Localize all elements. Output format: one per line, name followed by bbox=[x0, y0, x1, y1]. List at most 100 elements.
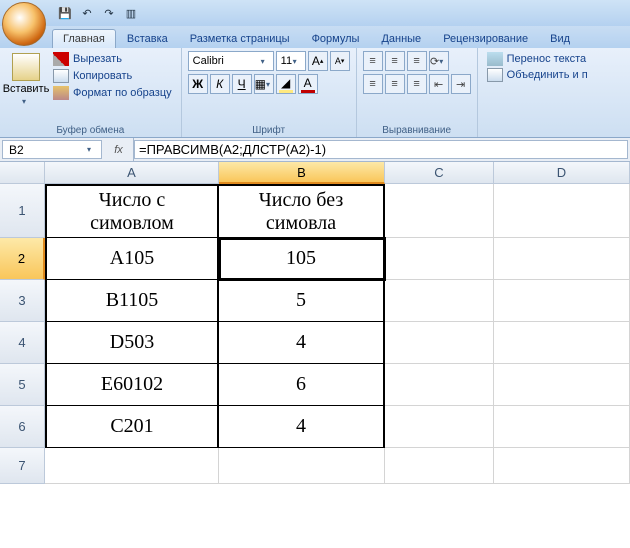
group-label-alignment: Выравнивание bbox=[363, 123, 471, 136]
chevron-down-icon: ▾ bbox=[439, 57, 447, 66]
cell-c3[interactable] bbox=[385, 280, 494, 322]
cell-d7[interactable] bbox=[494, 448, 630, 484]
select-all-corner[interactable] bbox=[0, 162, 45, 184]
font-color-button[interactable]: A bbox=[298, 74, 318, 94]
align-right-button[interactable]: ≡ bbox=[407, 74, 427, 94]
col-header-c[interactable]: C bbox=[385, 162, 494, 184]
worksheet-grid[interactable]: A B C D 1 Число с симовлом Число без сим… bbox=[0, 162, 630, 484]
row-header-6[interactable]: 6 bbox=[0, 406, 45, 448]
cut-button[interactable]: Вырезать bbox=[50, 51, 175, 67]
paste-button[interactable]: Вставить ▾ bbox=[6, 51, 46, 123]
row-header-2[interactable]: 2 bbox=[0, 238, 45, 280]
row-header-3[interactable]: 3 bbox=[0, 280, 45, 322]
tab-home[interactable]: Главная bbox=[52, 29, 116, 48]
ribbon: Вставить ▾ Вырезать Копировать Формат по… bbox=[0, 48, 630, 138]
cell-b7[interactable] bbox=[219, 448, 385, 484]
row-header-1[interactable]: 1 bbox=[0, 184, 45, 238]
cell-a2[interactable]: А105 bbox=[45, 238, 219, 280]
ribbon-tabs: Главная Вставка Разметка страницы Формул… bbox=[0, 26, 630, 48]
wrap-text-button[interactable]: Перенос текста bbox=[484, 51, 591, 67]
col-header-b[interactable]: B bbox=[219, 162, 385, 184]
group-clipboard: Вставить ▾ Вырезать Копировать Формат по… bbox=[0, 48, 182, 137]
underline-button[interactable]: Ч bbox=[232, 74, 252, 94]
cell-b2[interactable]: 105 bbox=[219, 238, 385, 280]
merge-cells-button[interactable]: Объединить и п bbox=[484, 67, 591, 83]
group-wrap-merge: Перенос текста Объединить и п bbox=[478, 48, 597, 137]
tab-view[interactable]: Вид bbox=[539, 29, 581, 48]
paste-label: Вставить bbox=[3, 83, 50, 95]
row-header-5[interactable]: 5 bbox=[0, 364, 45, 406]
cell-a1[interactable]: Число с симовлом bbox=[45, 184, 219, 238]
formula-value: =ПРАВСИМВ(A2;ДЛСТР(A2)-1) bbox=[139, 142, 326, 157]
cell-d4[interactable] bbox=[494, 322, 630, 364]
align-bottom-button[interactable]: ≡ bbox=[407, 51, 427, 71]
wrap-icon bbox=[487, 52, 503, 66]
font-size-combo[interactable]: 11▾ bbox=[276, 51, 306, 71]
tab-review[interactable]: Рецензирование bbox=[432, 29, 539, 48]
undo-icon[interactable]: ↶ bbox=[78, 4, 96, 22]
tab-data[interactable]: Данные bbox=[370, 29, 432, 48]
cell-a7[interactable] bbox=[45, 448, 219, 484]
grow-font-button[interactable]: A▴ bbox=[308, 51, 328, 71]
qat-more-icon[interactable]: ▥ bbox=[122, 4, 140, 22]
cell-d6[interactable] bbox=[494, 406, 630, 448]
cell-c2[interactable] bbox=[385, 238, 494, 280]
group-font: Calibri▾ 11▾ A▴ A▾ Ж К Ч ▦▾ ◢ A Шрифт bbox=[182, 48, 357, 137]
name-box[interactable]: B2 ▾ bbox=[2, 140, 102, 159]
row-header-4[interactable]: 4 bbox=[0, 322, 45, 364]
format-painter-button[interactable]: Формат по образцу bbox=[50, 85, 175, 101]
italic-button[interactable]: К bbox=[210, 74, 230, 94]
indent-decrease-button[interactable]: ⇤ bbox=[429, 74, 449, 94]
cell-c1[interactable] bbox=[385, 184, 494, 238]
cell-d5[interactable] bbox=[494, 364, 630, 406]
orientation-button[interactable]: ⟳▾ bbox=[429, 51, 449, 71]
formula-input[interactable]: =ПРАВСИМВ(A2;ДЛСТР(A2)-1) bbox=[134, 140, 628, 159]
tab-insert[interactable]: Вставка bbox=[116, 29, 179, 48]
cell-d1[interactable] bbox=[494, 184, 630, 238]
merge-label: Объединить и п bbox=[507, 69, 588, 81]
font-name-combo[interactable]: Calibri▾ bbox=[188, 51, 274, 71]
cell-a5[interactable]: E60102 bbox=[45, 364, 219, 406]
redo-icon[interactable]: ↷ bbox=[100, 4, 118, 22]
chevron-down-icon: ▾ bbox=[87, 145, 95, 154]
tab-page-layout[interactable]: Разметка страницы bbox=[179, 29, 301, 48]
fx-button[interactable]: fx bbox=[104, 138, 134, 161]
cell-b1[interactable]: Число без симовла bbox=[219, 184, 385, 238]
indent-increase-button[interactable]: ⇥ bbox=[451, 74, 471, 94]
align-top-button[interactable]: ≡ bbox=[363, 51, 383, 71]
row-header-7[interactable]: 7 bbox=[0, 448, 45, 484]
cell-b4[interactable]: 4 bbox=[219, 322, 385, 364]
cell-d3[interactable] bbox=[494, 280, 630, 322]
cell-c7[interactable] bbox=[385, 448, 494, 484]
align-middle-button[interactable]: ≡ bbox=[385, 51, 405, 71]
fill-color-button[interactable]: ◢ bbox=[276, 74, 296, 94]
cell-b5[interactable]: 6 bbox=[219, 364, 385, 406]
cell-c6[interactable] bbox=[385, 406, 494, 448]
text-a-icon: A bbox=[304, 76, 312, 90]
cell-b6[interactable]: 4 bbox=[219, 406, 385, 448]
office-button[interactable] bbox=[2, 2, 46, 46]
chevron-down-icon: ▾ bbox=[261, 57, 269, 66]
cell-a6[interactable]: C201 bbox=[45, 406, 219, 448]
copy-label: Копировать bbox=[73, 70, 132, 82]
tab-formulas[interactable]: Формулы bbox=[301, 29, 371, 48]
save-icon[interactable]: 💾 bbox=[56, 4, 74, 22]
format-painter-label: Формат по образцу bbox=[73, 87, 172, 99]
cell-a3[interactable]: В1105 bbox=[45, 280, 219, 322]
col-header-a[interactable]: A bbox=[45, 162, 219, 184]
cell-b3[interactable]: 5 bbox=[219, 280, 385, 322]
cell-a4[interactable]: D503 bbox=[45, 322, 219, 364]
paste-icon bbox=[12, 53, 40, 81]
cell-d2[interactable] bbox=[494, 238, 630, 280]
bold-button[interactable]: Ж bbox=[188, 74, 208, 94]
cell-c5[interactable] bbox=[385, 364, 494, 406]
cell-c4[interactable] bbox=[385, 322, 494, 364]
group-label-clipboard: Буфер обмена bbox=[6, 123, 175, 136]
col-header-d[interactable]: D bbox=[494, 162, 630, 184]
merge-icon bbox=[487, 68, 503, 82]
shrink-font-button[interactable]: A▾ bbox=[330, 51, 350, 71]
align-left-button[interactable]: ≡ bbox=[363, 74, 383, 94]
borders-button[interactable]: ▦▾ bbox=[254, 74, 274, 94]
align-center-button[interactable]: ≡ bbox=[385, 74, 405, 94]
copy-button[interactable]: Копировать bbox=[50, 68, 175, 84]
